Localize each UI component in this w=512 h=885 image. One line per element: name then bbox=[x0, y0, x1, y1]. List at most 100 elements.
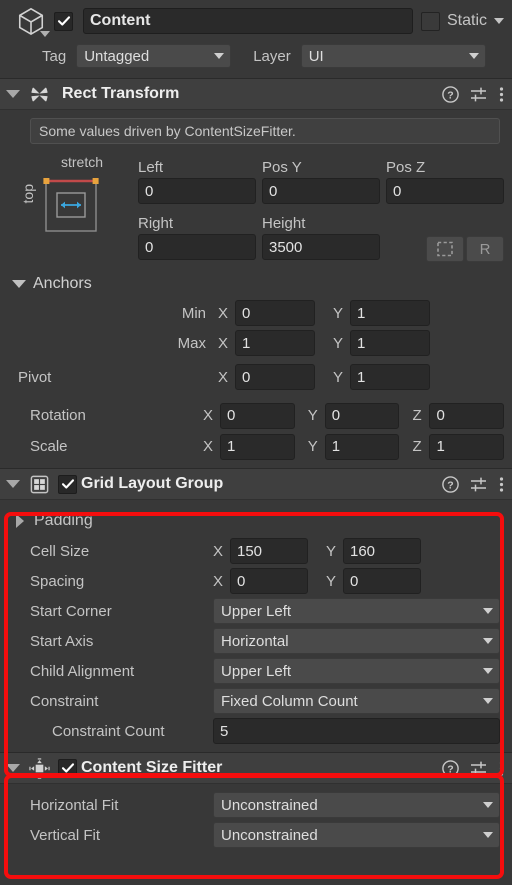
raw-edit-mode-button[interactable]: R bbox=[466, 236, 504, 262]
layer-value: UI bbox=[308, 47, 324, 65]
pivot-x-value: 0 bbox=[242, 368, 251, 386]
gameobject-name-value: Content bbox=[90, 12, 151, 29]
rotation-x-axis: X bbox=[203, 407, 214, 424]
help-icon[interactable]: ? bbox=[442, 475, 459, 493]
grid-layout-group-header[interactable]: Grid Layout Group ? bbox=[0, 468, 512, 500]
anchor-min-y-input[interactable]: 1 bbox=[350, 300, 430, 326]
static-chevron-down-icon[interactable] bbox=[494, 18, 504, 24]
scale-x-input[interactable]: 1 bbox=[220, 433, 295, 460]
pivot-y-input[interactable]: 1 bbox=[350, 364, 430, 390]
rotation-label: Rotation bbox=[30, 407, 86, 424]
more-options-icon[interactable] bbox=[499, 476, 504, 493]
rect-transform-main-area: stretch top Left Pos Y Pos Z 0 0 0 Right… bbox=[8, 148, 504, 264]
rotation-y-input[interactable]: 0 bbox=[324, 402, 400, 429]
scale-z-input[interactable]: 1 bbox=[429, 433, 504, 460]
help-icon[interactable]: ? bbox=[442, 85, 459, 103]
rotation-row: Rotation X 0 Y 0 Z 0 bbox=[8, 400, 504, 431]
padding-foldout-arrow[interactable] bbox=[16, 514, 24, 528]
chevron-down-icon bbox=[214, 53, 225, 59]
vertical-fit-label: Vertical Fit bbox=[30, 826, 101, 844]
child-alignment-row: Child Alignment Upper Left bbox=[8, 656, 504, 686]
pos-y-label: Pos Y bbox=[262, 159, 302, 176]
rotation-z-input[interactable]: 0 bbox=[429, 402, 504, 429]
anchor-max-y-input[interactable]: 1 bbox=[350, 330, 430, 356]
horizontal-fit-dropdown[interactable]: Unconstrained bbox=[213, 792, 500, 818]
anchors-title: Anchors bbox=[33, 275, 92, 292]
layer-dropdown[interactable]: UI bbox=[300, 44, 486, 68]
constraint-count-input[interactable]: 5 bbox=[213, 718, 500, 744]
start-axis-row: Start Axis Horizontal bbox=[8, 626, 504, 656]
start-axis-dropdown[interactable]: Horizontal bbox=[213, 628, 500, 654]
anchor-min-label: Min bbox=[181, 304, 206, 322]
preset-sliders-icon[interactable] bbox=[470, 86, 488, 103]
content-size-fitter-icon bbox=[27, 757, 51, 779]
chevron-down-icon bbox=[483, 832, 493, 838]
pivot-y-value: 1 bbox=[357, 368, 366, 386]
help-icon[interactable]: ? bbox=[442, 759, 459, 777]
vertical-fit-value: Unconstrained bbox=[221, 826, 318, 844]
pivot-x-input[interactable]: 0 bbox=[235, 364, 315, 390]
raw-button-label: R bbox=[479, 240, 491, 258]
horizontal-fit-label: Horizontal Fit bbox=[30, 796, 119, 814]
anchors-foldout-arrow[interactable] bbox=[12, 280, 26, 288]
padding-label: Padding bbox=[34, 512, 93, 529]
rotation-y-value: 0 bbox=[331, 407, 341, 424]
more-options-icon[interactable] bbox=[499, 86, 504, 103]
cell-size-x-input[interactable]: 150 bbox=[230, 538, 308, 564]
static-checkbox[interactable] bbox=[420, 11, 440, 31]
preset-sliders-icon[interactable] bbox=[470, 760, 488, 777]
content-size-fitter-header[interactable]: Content Size Fitter ? bbox=[0, 752, 512, 784]
rect-transform-header-icons: ? bbox=[442, 85, 504, 103]
padding-foldout[interactable]: Padding bbox=[8, 506, 504, 536]
cube-icon[interactable] bbox=[8, 4, 54, 38]
left-input[interactable]: 0 bbox=[138, 178, 256, 204]
preset-sliders-icon[interactable] bbox=[470, 476, 488, 493]
rect-transform-foldout-arrow[interactable] bbox=[6, 90, 20, 98]
scale-y-input[interactable]: 1 bbox=[324, 433, 400, 460]
cell-size-label: Cell Size bbox=[30, 542, 90, 560]
anchor-min-y-axis: Y bbox=[333, 304, 344, 322]
rotation-x-value: 0 bbox=[227, 407, 236, 424]
pivot-y-axis: Y bbox=[333, 368, 344, 386]
anchor-max-x-input[interactable]: 1 bbox=[235, 330, 315, 356]
cell-size-y-input[interactable]: 160 bbox=[343, 538, 421, 564]
gameobject-name-input[interactable]: Content bbox=[83, 8, 413, 34]
start-corner-dropdown[interactable]: Upper Left bbox=[213, 598, 500, 624]
gameobject-active-checkbox[interactable] bbox=[54, 11, 73, 31]
grid-layout-group-foldout-arrow[interactable] bbox=[6, 480, 20, 488]
pos-z-value: 0 bbox=[393, 182, 402, 200]
constraint-dropdown[interactable]: Fixed Column Count bbox=[213, 688, 500, 714]
cube-icon-dropdown-caret[interactable] bbox=[40, 31, 50, 37]
tag-dropdown[interactable]: Untagged bbox=[76, 44, 232, 68]
anchor-preset-diagram[interactable] bbox=[40, 176, 102, 238]
rect-transform-fields: Left Pos Y Pos Z 0 0 0 Right Height 0 35… bbox=[138, 152, 504, 264]
spacing-y-axis: Y bbox=[326, 572, 337, 590]
rect-transform-header[interactable]: Rect Transform ? bbox=[0, 78, 512, 110]
spacing-row: Spacing X 0 Y 0 bbox=[8, 566, 504, 596]
static-control[interactable]: Static bbox=[420, 11, 504, 31]
layer-label: Layer bbox=[253, 47, 291, 65]
pos-z-input[interactable]: 0 bbox=[386, 178, 504, 204]
start-corner-value: Upper Left bbox=[221, 602, 292, 620]
pos-y-input[interactable]: 0 bbox=[262, 178, 380, 204]
spacing-label: Spacing bbox=[30, 572, 85, 590]
vertical-fit-dropdown[interactable]: Unconstrained bbox=[213, 822, 500, 848]
child-alignment-dropdown[interactable]: Upper Left bbox=[213, 658, 500, 684]
blueprint-mode-button[interactable] bbox=[426, 236, 464, 262]
anchor-min-y-value: 1 bbox=[357, 304, 366, 322]
spacing-x-input[interactable]: 0 bbox=[230, 568, 308, 594]
content-size-fitter-enabled-checkbox[interactable] bbox=[58, 758, 77, 778]
anchor-min-x-input[interactable]: 0 bbox=[235, 300, 315, 326]
spacing-y-input[interactable]: 0 bbox=[343, 568, 421, 594]
height-input[interactable]: 3500 bbox=[262, 234, 380, 260]
anchors-foldout[interactable]: Anchors bbox=[8, 270, 504, 298]
rotation-x-input[interactable]: 0 bbox=[220, 402, 295, 429]
more-options-icon[interactable] bbox=[499, 760, 504, 777]
anchor-preset-widget[interactable]: stretch top bbox=[8, 152, 138, 264]
right-input[interactable]: 0 bbox=[138, 234, 256, 260]
svg-text:?: ? bbox=[447, 89, 453, 101]
cell-size-x-value: 150 bbox=[237, 542, 263, 560]
grid-layout-group-enabled-checkbox[interactable] bbox=[58, 474, 77, 494]
anchor-max-y-value: 1 bbox=[357, 334, 366, 352]
content-size-fitter-foldout-arrow[interactable] bbox=[6, 764, 20, 772]
